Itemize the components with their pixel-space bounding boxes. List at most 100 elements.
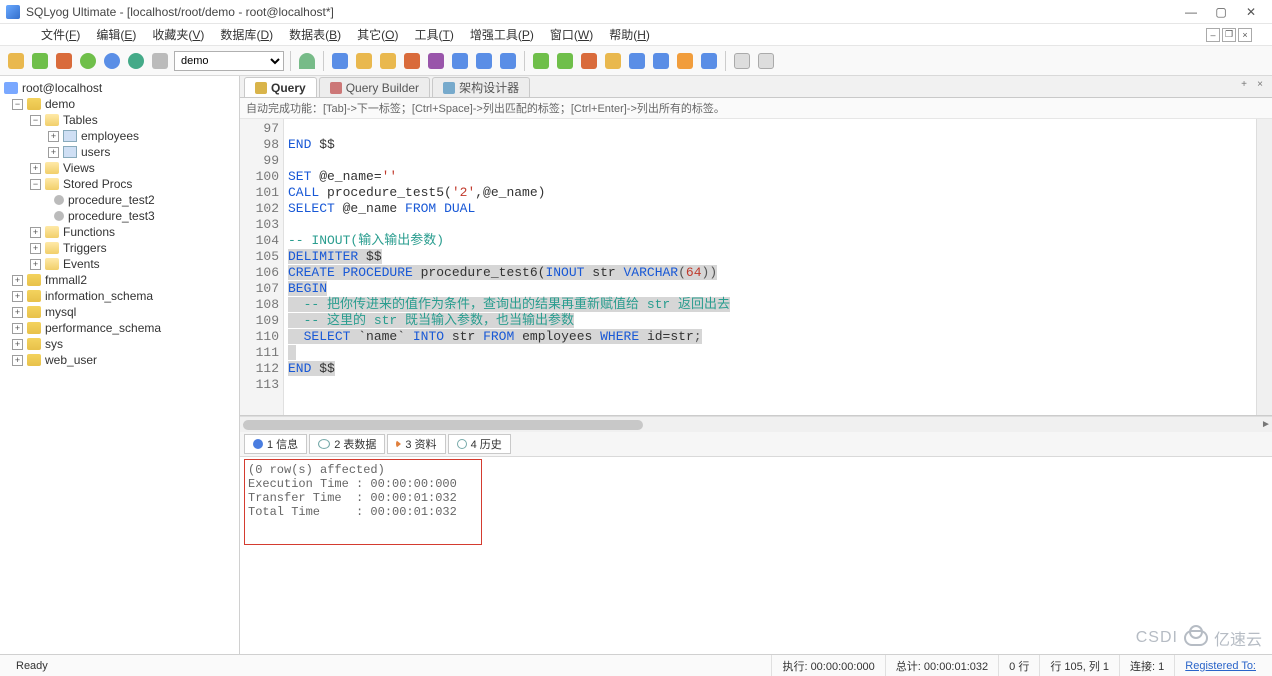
mdi-restore-button[interactable]: ❐ <box>1222 28 1236 42</box>
grid-button[interactable] <box>627 51 647 71</box>
new-connection-button[interactable] <box>6 51 26 71</box>
tree-table-users[interactable]: + users <box>2 144 237 160</box>
tree-folder-functions[interactable]: + Functions <box>2 224 237 240</box>
database-icon <box>27 322 41 334</box>
expand-icon[interactable]: + <box>12 323 23 334</box>
database-selector[interactable]: demo <box>174 51 284 71</box>
execute-button[interactable] <box>78 51 98 71</box>
menu-file[interactable]: 文件(F) <box>35 24 86 45</box>
window-2-button[interactable] <box>756 51 776 71</box>
tab-query[interactable]: Query <box>244 77 317 97</box>
collapse-icon[interactable]: − <box>12 99 23 110</box>
menu-database[interactable]: 数据库(D) <box>214 24 279 45</box>
history-button[interactable] <box>102 51 122 71</box>
tree-folder-events[interactable]: + Events <box>2 256 237 272</box>
collapse-icon[interactable]: − <box>30 115 41 126</box>
schema-button[interactable] <box>426 51 446 71</box>
registered-link[interactable]: Registered To: <box>1185 660 1256 672</box>
menu-other[interactable]: 其它(O) <box>351 24 404 45</box>
tree-folder-storedprocs[interactable]: − Stored Procs <box>2 176 237 192</box>
window-1-button[interactable] <box>732 51 752 71</box>
tab-add-button[interactable]: + <box>1238 79 1250 91</box>
tree-sp-test2[interactable]: procedure_test2 <box>2 192 237 208</box>
settings-button[interactable] <box>150 51 170 71</box>
output-tab-profile[interactable]: 3 资料 <box>387 434 445 454</box>
table-icon <box>63 130 77 142</box>
clock-button[interactable] <box>675 51 695 71</box>
output-tab-info[interactable]: 1 信息 <box>244 434 307 454</box>
stop-button[interactable] <box>54 51 74 71</box>
code-area[interactable]: END $$ SET @e_name=''CALL procedure_test… <box>284 119 1256 415</box>
grid2-button[interactable] <box>651 51 671 71</box>
tree-db-sys[interactable]: +sys <box>2 336 237 352</box>
menu-edit[interactable]: 编辑(E) <box>90 24 142 45</box>
sync-button[interactable] <box>330 51 350 71</box>
editor-vertical-scrollbar[interactable] <box>1256 119 1272 415</box>
menu-powertools[interactable]: 增强工具(P) <box>464 24 540 45</box>
backup-button[interactable] <box>402 51 422 71</box>
expand-icon[interactable]: + <box>48 147 59 158</box>
object-browser[interactable]: root@localhost − demo − Tables + employe… <box>0 76 240 654</box>
editor-tabs: Query Query Builder 架构设计器 + × <box>240 76 1272 98</box>
tree-db-performance-schema[interactable]: +performance_schema <box>2 320 237 336</box>
calendar-button[interactable] <box>699 51 719 71</box>
window-maximize-button[interactable]: ▢ <box>1206 3 1236 21</box>
tree-folder-views[interactable]: + Views <box>2 160 237 176</box>
refresh-button[interactable] <box>30 51 50 71</box>
scroll-right-icon[interactable]: ► <box>1260 419 1272 431</box>
menu-favorites[interactable]: 收藏夹(V) <box>146 24 210 45</box>
tree-folder-tables[interactable]: − Tables <box>2 112 237 128</box>
menu-table[interactable]: 数据表(B) <box>283 24 347 45</box>
tab-schema-designer[interactable]: 架构设计器 <box>432 77 530 97</box>
expand-icon[interactable]: + <box>48 131 59 142</box>
expand-icon[interactable]: + <box>30 243 41 254</box>
tab-query-builder[interactable]: Query Builder <box>319 77 430 97</box>
scroll-thumb[interactable] <box>243 420 643 430</box>
watermark: CSDI 亿速云 <box>1136 626 1262 650</box>
tree-db-web-user[interactable]: +web_user <box>2 352 237 368</box>
menu-window[interactable]: 窗口(W) <box>544 24 599 45</box>
expand-icon[interactable]: + <box>12 355 23 366</box>
tab-close-button[interactable]: × <box>1254 79 1266 91</box>
expand-icon[interactable]: + <box>12 291 23 302</box>
table-button[interactable] <box>450 51 470 71</box>
export-button[interactable] <box>354 51 374 71</box>
sql-editor[interactable]: 9798991001011021031041051061071081091101… <box>240 119 1272 416</box>
tree-table-employees[interactable]: + employees <box>2 128 237 144</box>
menu-tools[interactable]: 工具(T) <box>409 24 460 45</box>
play-button[interactable] <box>531 51 551 71</box>
tree-database-demo[interactable]: − demo <box>2 96 237 112</box>
autocomplete-hint: 自动完成功能：[Tab]->下一标签；[Ctrl+Space]->列出匹配的标签… <box>240 98 1272 119</box>
window-minimize-button[interactable]: — <box>1176 3 1206 21</box>
collapse-icon[interactable]: − <box>30 179 41 190</box>
playcheck-button[interactable] <box>555 51 575 71</box>
explain-button[interactable] <box>603 51 623 71</box>
expand-icon[interactable]: + <box>12 339 23 350</box>
format-button[interactable] <box>579 51 599 71</box>
data-button[interactable] <box>474 51 494 71</box>
mdi-minimize-button[interactable]: – <box>1206 28 1220 42</box>
editor-horizontal-scrollbar[interactable]: ◄ ► <box>240 416 1272 432</box>
info-button[interactable] <box>498 51 518 71</box>
line-gutter: 9798991001011021031041051061071081091101… <box>240 119 284 415</box>
expand-icon[interactable]: + <box>30 259 41 270</box>
import-button[interactable] <box>378 51 398 71</box>
output-panel[interactable]: (0 row(s) affected) Execution Time : 00:… <box>240 457 1272 654</box>
output-tab-tabledata[interactable]: 2 表数据 <box>309 434 385 454</box>
expand-icon[interactable]: + <box>30 163 41 174</box>
expand-icon[interactable]: + <box>12 275 23 286</box>
tree-server[interactable]: root@localhost <box>2 80 237 96</box>
tree-db-fmmall2[interactable]: +fmmall2 <box>2 272 237 288</box>
user-button[interactable] <box>297 51 317 71</box>
tree-folder-triggers[interactable]: + Triggers <box>2 240 237 256</box>
output-tab-history[interactable]: 4 历史 <box>448 434 511 454</box>
mdi-close-button[interactable]: × <box>1238 28 1252 42</box>
tree-db-information-schema[interactable]: +information_schema <box>2 288 237 304</box>
tree-sp-test3[interactable]: procedure_test3 <box>2 208 237 224</box>
window-close-button[interactable]: ✕ <box>1236 3 1266 21</box>
tree-db-mysql[interactable]: +mysql <box>2 304 237 320</box>
expand-icon[interactable]: + <box>30 227 41 238</box>
menu-help[interactable]: 帮助(H) <box>603 24 656 45</box>
earth-icon[interactable] <box>126 51 146 71</box>
expand-icon[interactable]: + <box>12 307 23 318</box>
